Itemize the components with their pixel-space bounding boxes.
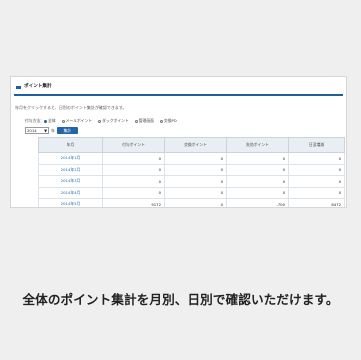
- column-header-exchange: 交換ポイント: [164, 137, 227, 153]
- table-row: 2014年1月 0 0 0 0: [38, 152, 345, 165]
- expire-cell: 0: [226, 152, 289, 165]
- filter-option-label: 全体: [47, 118, 56, 123]
- aggregate-button[interactable]: 集計: [56, 127, 78, 134]
- filter-label: 付与方法：: [25, 118, 44, 123]
- filter-option-label: 管理画面: [138, 118, 154, 123]
- month-link[interactable]: 2014年5月: [38, 198, 103, 207]
- column-header-month: 年月: [38, 137, 103, 153]
- month-link[interactable]: 2014年2月: [38, 163, 103, 176]
- grant-cell: 0: [102, 186, 165, 199]
- column-header-expire: 失効ポイント: [226, 137, 289, 153]
- filter-option-duck-point[interactable]: ダックポイント: [98, 118, 129, 124]
- filter-option-admin[interactable]: 管理画面: [134, 118, 154, 124]
- year-selector-row: 2014 ▼ 年 集計: [25, 127, 346, 134]
- year-suffix: 年: [51, 127, 55, 133]
- grant-cell: 0: [102, 152, 165, 165]
- exchange-cell: 0: [164, 163, 227, 176]
- exchange-cell: 0: [164, 198, 227, 207]
- filter-option-label: ダックポイント: [102, 118, 129, 123]
- net-cell: 0: [288, 152, 345, 165]
- grant-method-filter: 付与方法： 全体 メールポイント ダックポイント 管理画面 交換PD: [25, 118, 346, 124]
- net-cell: 0: [288, 186, 345, 199]
- grant-cell: 0: [102, 163, 165, 176]
- month-link[interactable]: 2014年3月: [38, 175, 103, 188]
- feature-caption: 全体のポイント集計を月別、日別で確認いただけます。: [22, 292, 339, 307]
- table-row: 2014年2月 0 0 0 0: [38, 163, 345, 176]
- radio-selected-icon[interactable]: [43, 119, 47, 123]
- expire-cell: 0: [226, 163, 289, 176]
- grant-cell: 0: [102, 175, 165, 188]
- panel-header: ポイント集計: [14, 80, 343, 96]
- month-link[interactable]: 2014年4月: [38, 186, 103, 199]
- chevron-down-icon: ▼: [44, 128, 47, 133]
- radio-icon[interactable]: [134, 119, 138, 123]
- points-summary-panel: ポイント集計 年月をクリックすると、日別のポイント集計が確認できます。 付与方法…: [10, 76, 347, 208]
- points-table: 年月 付与ポイント 交換ポイント 失効ポイント 日没増減 2014年1月 0 0…: [38, 137, 345, 207]
- radio-icon[interactable]: [159, 119, 163, 123]
- radio-icon[interactable]: [61, 119, 65, 123]
- table-row: 2014年3月 0 0 0 0: [38, 175, 345, 188]
- grant-cell: 9172: [102, 198, 165, 207]
- month-link[interactable]: 2014年1月: [38, 152, 103, 165]
- table-row: 2014年4月 0 0 0 0: [38, 186, 345, 199]
- panel-description: 年月をクリックすると、日別のポイント集計が確認できます。: [15, 105, 127, 110]
- filter-option-exchange[interactable]: 交換PD: [159, 118, 177, 124]
- net-cell: 8472: [288, 198, 345, 207]
- panel-title: ポイント集計: [24, 84, 52, 89]
- column-header-grant: 付与ポイント: [102, 137, 165, 153]
- filter-option-all[interactable]: 全体: [43, 118, 56, 124]
- exchange-cell: 0: [164, 186, 227, 199]
- expire-cell: 0: [226, 175, 289, 188]
- exchange-cell: 0: [164, 175, 227, 188]
- filter-option-mail-point[interactable]: メールポイント: [61, 118, 93, 124]
- year-value: 2014: [27, 128, 37, 133]
- table-row: 2014年5月 9172 0 -700 8472: [38, 198, 345, 207]
- exchange-cell: 0: [164, 152, 227, 165]
- header-marker-icon: [16, 85, 21, 89]
- year-select[interactable]: 2014 ▼: [25, 127, 49, 134]
- net-cell: 0: [288, 163, 345, 176]
- radio-icon[interactable]: [98, 119, 102, 123]
- expire-cell: 0: [226, 186, 289, 199]
- net-cell: 0: [288, 175, 345, 188]
- filter-option-label: メールポイント: [65, 118, 93, 123]
- table-header-row: 年月 付与ポイント 交換ポイント 失効ポイント 日没増減: [38, 137, 345, 153]
- filter-option-label: 交換PD: [163, 118, 177, 123]
- expire-cell: -700: [226, 198, 289, 207]
- column-header-net: 日没増減: [288, 137, 345, 153]
